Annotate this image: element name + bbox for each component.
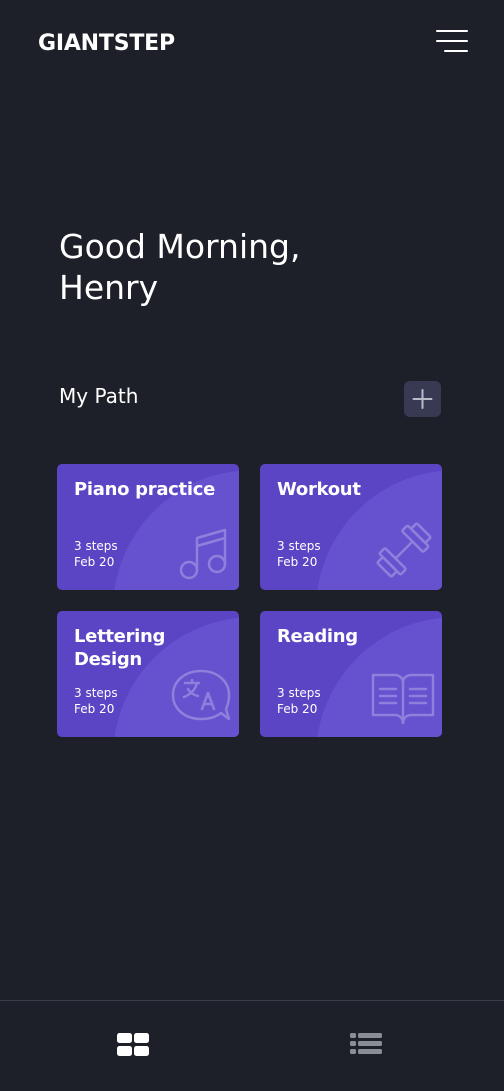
bottom-navigation — [0, 1000, 504, 1091]
nav-dashboard[interactable] — [114, 1029, 154, 1063]
app-logo: GIANTSTEP — [38, 31, 175, 56]
card-date: Feb 20 — [277, 555, 318, 569]
hamburger-menu-icon[interactable] — [434, 28, 470, 56]
open-book-icon — [371, 673, 435, 725]
greeting-line-1: Good Morning, — [59, 227, 301, 266]
my-path-title: My Path — [59, 384, 139, 408]
card-title: Lettering Design — [74, 626, 166, 670]
card-meta: 3 steps Feb 20 — [74, 538, 118, 570]
card-title: Reading — [277, 626, 358, 647]
card-meta: 3 steps Feb 20 — [74, 685, 118, 717]
path-card-reading[interactable]: Reading 3 steps Feb 20 — [260, 611, 442, 737]
card-meta: 3 steps Feb 20 — [277, 685, 321, 717]
plus-icon — [412, 389, 433, 409]
card-title: Workout — [277, 479, 361, 500]
nav-list[interactable] — [346, 1029, 386, 1063]
card-title: Piano practice — [74, 479, 215, 500]
translate-icon — [171, 669, 231, 721]
list-icon — [350, 1033, 382, 1054]
card-steps: 3 steps — [277, 539, 321, 553]
card-date: Feb 20 — [74, 702, 115, 716]
path-card-lettering-design[interactable]: Lettering Design 3 steps Feb 20 — [57, 611, 239, 737]
card-date: Feb 20 — [74, 555, 115, 569]
card-meta: 3 steps Feb 20 — [277, 538, 321, 570]
path-card-piano-practice[interactable]: Piano practice 3 steps Feb 20 — [57, 464, 239, 590]
card-date: Feb 20 — [277, 702, 318, 716]
card-steps: 3 steps — [277, 686, 321, 700]
dumbbell-icon — [376, 522, 432, 578]
card-steps: 3 steps — [74, 686, 118, 700]
music-note-icon — [179, 528, 227, 580]
add-path-button[interactable] — [404, 381, 441, 417]
path-card-workout[interactable]: Workout 3 steps Feb 20 — [260, 464, 442, 590]
greeting: Good Morning, Henry — [59, 226, 379, 308]
greeting-user-name: Henry — [59, 268, 159, 307]
dashboard-grid-icon — [117, 1033, 149, 1056]
card-steps: 3 steps — [74, 539, 118, 553]
